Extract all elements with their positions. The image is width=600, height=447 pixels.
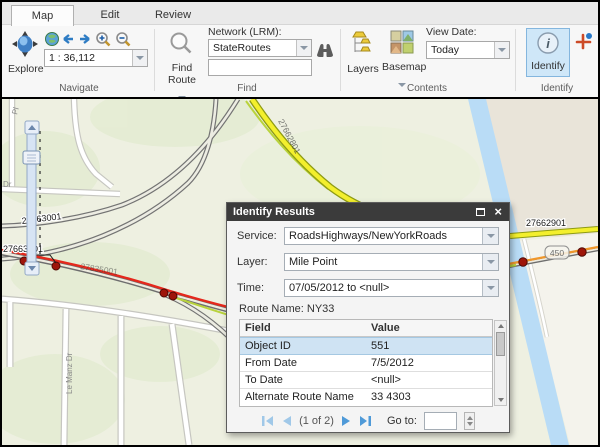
- service-value: RoadsHighways/NewYorkRoads: [285, 230, 482, 242]
- time-label: Time:: [237, 282, 284, 294]
- next-record-button[interactable]: [341, 415, 352, 427]
- route-shield: 450: [545, 246, 569, 259]
- route-name-row: Route Name: NY33: [239, 303, 334, 315]
- svg-text:Dr: Dr: [3, 180, 12, 189]
- identify-button[interactable]: i Identify: [526, 28, 570, 77]
- group-divider: [340, 29, 341, 91]
- identify-results-dialog: Identify Results × Service: RoadsHighway…: [226, 202, 510, 433]
- route-label: 27663101: [3, 244, 43, 254]
- table-header: Field Value: [240, 320, 492, 337]
- route-name-value: NY33: [307, 303, 335, 315]
- chevron-down-icon: [498, 48, 506, 52]
- binoculars-icon[interactable]: [316, 41, 334, 59]
- first-record-button[interactable]: [261, 415, 274, 427]
- explore-button[interactable]: Explore: [8, 30, 42, 75]
- scale-dropdown-arrow[interactable]: [132, 50, 147, 66]
- goto-input[interactable]: [424, 412, 457, 430]
- time-dropdown-arrow[interactable]: [482, 280, 498, 296]
- find-route-button[interactable]: Find Route: [162, 31, 202, 105]
- network-lrm-label: Network (LRM):: [208, 26, 282, 38]
- close-icon[interactable]: ×: [494, 203, 502, 220]
- value-column-header[interactable]: Value: [367, 320, 492, 336]
- scale-combobox[interactable]: 1 : 36,112: [44, 49, 148, 67]
- back-arrow-icon[interactable]: [64, 35, 73, 43]
- chevron-down-icon: [398, 83, 406, 87]
- chevron-down-icon: [300, 46, 308, 50]
- goto-spinner[interactable]: [464, 412, 475, 430]
- network-dropdown-arrow[interactable]: [296, 40, 311, 56]
- time-value: 07/05/2012 to <null>: [285, 282, 482, 294]
- chevron-down-icon: [136, 56, 144, 60]
- layers-icon: [351, 30, 375, 58]
- ribbon: Map Edit Review Explore: [2, 2, 598, 97]
- explore-icon: [11, 30, 39, 58]
- record-pager: (1 of 2) Go to:: [227, 410, 509, 432]
- group-label-identify: Identify: [541, 83, 573, 94]
- view-date-label: View Date:: [426, 26, 477, 38]
- maximize-icon[interactable]: [476, 208, 485, 216]
- basemap-icon: [390, 30, 414, 56]
- scroll-up-button[interactable]: [495, 321, 506, 331]
- chevron-down-icon: [487, 234, 495, 238]
- layer-combobox[interactable]: Mile Point: [284, 253, 499, 271]
- chevron-down-icon: [487, 260, 495, 264]
- attributes-table: Field Value Object ID 551 From Date 7/5/…: [239, 319, 493, 407]
- table-row[interactable]: Alternate Route Name 33 4303: [240, 389, 492, 406]
- network-lrm-value: StateRoutes: [209, 42, 296, 54]
- forward-arrow-icon[interactable]: [80, 35, 89, 43]
- navigate-tools: [44, 31, 149, 48]
- route-name-label: Route Name:: [239, 303, 304, 315]
- group-label-navigate: Navigate: [59, 83, 98, 94]
- tab-edit[interactable]: Edit: [86, 5, 134, 26]
- service-label: Service:: [237, 230, 284, 242]
- tab-map[interactable]: Map: [11, 5, 74, 26]
- identify-route-location-icon[interactable]: [575, 32, 593, 50]
- scroll-down-icon[interactable]: [498, 398, 504, 402]
- group-divider: [154, 29, 155, 91]
- identify-icon: i: [536, 31, 560, 55]
- svg-text:450: 450: [550, 248, 564, 258]
- app-window: Map Edit Review Explore: [0, 0, 600, 447]
- globe-icon[interactable]: [46, 33, 59, 46]
- service-dropdown-arrow[interactable]: [482, 228, 498, 244]
- field-column-header[interactable]: Field: [240, 320, 367, 336]
- goto-label: Go to:: [387, 415, 417, 427]
- previous-record-button[interactable]: [281, 415, 292, 427]
- ribbon-tabstrip: Map Edit Review: [2, 2, 598, 25]
- network-lrm-combobox[interactable]: StateRoutes: [208, 39, 312, 57]
- find-route-magnifier-icon: [168, 31, 194, 57]
- route-label: 27662901: [526, 218, 566, 228]
- layer-label: Layer:: [237, 256, 284, 268]
- time-combobox[interactable]: 07/05/2012 to <null>: [284, 279, 499, 297]
- view-date-combobox[interactable]: Today: [426, 41, 510, 59]
- service-combobox[interactable]: RoadsHighways/NewYorkRoads: [284, 227, 499, 245]
- record-count: (1 of 2): [299, 415, 334, 427]
- dialog-titlebar[interactable]: Identify Results ×: [227, 203, 509, 221]
- scrollbar-thumb[interactable]: [496, 332, 505, 356]
- scroll-up-icon: [498, 324, 504, 328]
- zoom-in-icon[interactable]: [97, 33, 110, 46]
- table-row[interactable]: To Date <null>: [240, 372, 492, 389]
- view-date-dropdown-arrow[interactable]: [494, 42, 509, 58]
- group-divider: [515, 29, 516, 91]
- chevron-down-icon: [487, 286, 495, 290]
- zoom-out-icon[interactable]: [117, 33, 130, 46]
- tab-review[interactable]: Review: [146, 5, 200, 26]
- table-scrollbar[interactable]: [494, 320, 507, 406]
- layer-value: Mile Point: [285, 256, 482, 268]
- route-input[interactable]: [208, 59, 312, 76]
- group-label-contents: Contents: [407, 83, 447, 94]
- table-row[interactable]: Object ID 551: [240, 337, 492, 355]
- group-label-find: Find: [237, 83, 256, 94]
- layers-button[interactable]: Layers: [346, 30, 380, 75]
- svg-text:Le Manz Dr: Le Manz Dr: [65, 352, 74, 394]
- dialog-title: Identify Results: [233, 206, 315, 218]
- layer-dropdown-arrow[interactable]: [482, 254, 498, 270]
- view-date-value: Today: [427, 44, 494, 56]
- last-record-button[interactable]: [359, 415, 372, 427]
- table-row[interactable]: From Date 7/5/2012: [240, 355, 492, 372]
- svg-text:i: i: [546, 36, 550, 51]
- scale-value: 1 : 36,112: [45, 52, 132, 64]
